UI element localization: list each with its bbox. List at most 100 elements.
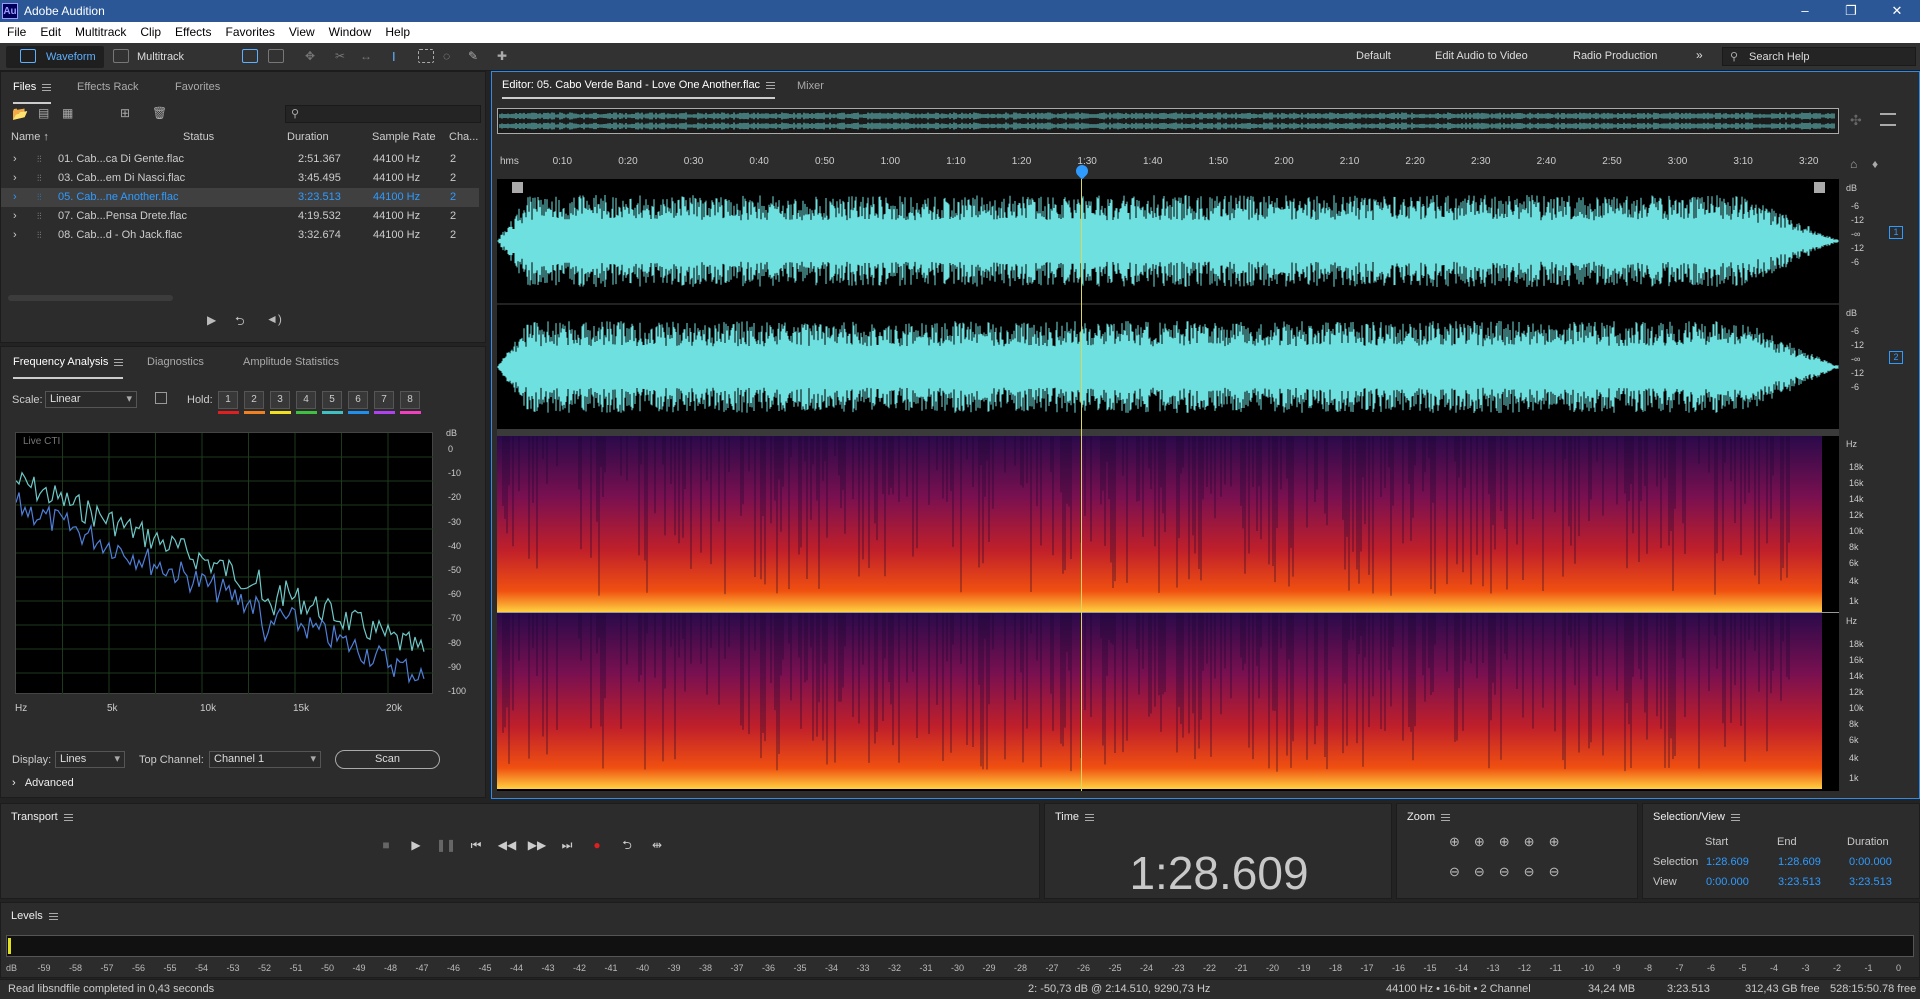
fade-in-handle-icon[interactable] — [512, 182, 523, 193]
files-scrollbar[interactable] — [8, 295, 173, 301]
spectral-frequency-display[interactable] — [497, 436, 1839, 791]
pause-icon[interactable]: ❚❚ — [436, 836, 456, 854]
hold-button-3[interactable]: 3 — [270, 391, 290, 409]
zoom-in-tools[interactable]: ⊕⊕⊕⊕⊕ — [1449, 834, 1573, 850]
zoom-out-tools[interactable]: ⊖⊖⊖⊖⊖ — [1449, 864, 1573, 880]
marker-icon[interactable]: ♦ — [1872, 157, 1878, 171]
import-file-icon[interactable]: ▤ — [38, 106, 49, 120]
menu-multitrack[interactable]: Multitrack — [68, 22, 133, 43]
tab-amplitude-statistics[interactable]: Amplitude Statistics — [243, 347, 339, 377]
hold-button-5[interactable]: 5 — [322, 391, 342, 409]
column-status[interactable]: Status — [183, 131, 214, 143]
selection-end[interactable]: 1:28.609 — [1778, 856, 1821, 868]
view-start[interactable]: 0:00.000 — [1706, 876, 1749, 888]
menu-file[interactable]: File — [0, 22, 33, 43]
file-row[interactable]: › ⫶⫶ 08. Cab...d - Oh Jack.flac 3:32.674 441… — [1, 226, 479, 245]
scale-select[interactable]: Linear — [45, 391, 137, 408]
file-row[interactable]: › ⫶⫶ 01. Cab...ca Di Gente.flac 2:51.367 441… — [1, 150, 479, 169]
column-channels[interactable]: Cha... — [449, 131, 478, 143]
loop-preview-icon[interactable]: ⮌ — [235, 312, 245, 333]
frequency-display-icon[interactable] — [268, 49, 284, 63]
selection-start[interactable]: 1:28.609 — [1706, 856, 1749, 868]
channel-badge[interactable]: 1 — [1889, 226, 1903, 239]
razor-tool-icon[interactable]: ✂ — [335, 49, 351, 63]
time-selection-tool-icon[interactable]: I — [392, 49, 408, 64]
waveform-display[interactable] — [497, 179, 1839, 429]
spot-healing-tool-icon[interactable]: ✚ — [497, 49, 513, 63]
top-channel-select[interactable]: Channel 1 — [209, 751, 321, 768]
spectral-display-icon[interactable] — [242, 49, 258, 63]
workspace-radio-production[interactable]: Radio Production — [1573, 50, 1657, 62]
file-row[interactable]: › ⫶⫶ 03. Cab...em Di Nasci.flac 3:45.495 441… — [1, 169, 479, 188]
tab-effects-rack[interactable]: Effects Rack — [77, 72, 139, 102]
scan-button[interactable]: Scan — [335, 750, 440, 769]
spectral-divider[interactable] — [497, 429, 1839, 436]
record-icon[interactable]: ● — [587, 836, 607, 854]
fast-forward-icon[interactable]: ▶▶ — [527, 836, 547, 854]
menu-view[interactable]: View — [282, 22, 322, 43]
file-row[interactable]: › ⫶⫶ 05. Cab...ne Another.flac 3:23.513 4410… — [1, 188, 479, 207]
menu-window[interactable]: Window — [322, 22, 379, 43]
loop-playback-icon[interactable]: ⮌ — [617, 836, 637, 854]
more-workspaces-icon[interactable]: » — [1696, 48, 1703, 62]
go-to-start-icon[interactable]: ⏮ — [466, 836, 486, 854]
close-button[interactable]: ✕ — [1874, 0, 1920, 22]
overview-bar[interactable] — [497, 108, 1839, 134]
go-to-end-icon[interactable]: ⏭ — [557, 836, 577, 854]
expand-icon[interactable]: › — [13, 188, 17, 207]
panel-menu-icon[interactable] — [1880, 113, 1896, 126]
delete-file-icon[interactable]: 🗑 — [152, 106, 167, 120]
play-preview-icon[interactable]: ▶ — [207, 313, 216, 327]
time-ruler[interactable]: hms 0:10 0:20 0:30 0:40 0:50 1:00 1:10 1:20 1:30 1… — [497, 150, 1839, 176]
workspace-edit-audio-to-video[interactable]: Edit Audio to Video — [1435, 50, 1528, 62]
overlay-icon[interactable] — [155, 392, 167, 404]
menu-edit[interactable]: Edit — [33, 22, 68, 43]
tab-frequency-analysis[interactable]: Frequency Analysis — [13, 347, 124, 379]
tab-files[interactable]: Files — [13, 72, 52, 104]
menu-clip[interactable]: Clip — [133, 22, 168, 43]
new-file-icon[interactable]: ▦ — [62, 106, 73, 120]
metronome-icon[interactable]: ⌂ — [1850, 157, 1857, 171]
tab-favorites[interactable]: Favorites — [175, 72, 220, 102]
file-row[interactable]: › ⫶⫶ 07. Cab...Pensa Drete.flac 4:19.532 441… — [1, 207, 479, 226]
play-icon[interactable]: ▶ — [406, 836, 426, 854]
lasso-tool-icon[interactable]: ◌ — [443, 49, 459, 63]
column-name[interactable]: Name ↑ — [11, 131, 49, 143]
search-help-input[interactable]: Search Help — [1749, 51, 1810, 63]
hold-button-6[interactable]: 6 — [348, 391, 368, 409]
insert-multitrack-icon[interactable]: ⊞ — [120, 106, 130, 120]
expand-icon[interactable]: › — [13, 150, 17, 169]
menu-favorites[interactable]: Favorites — [219, 22, 282, 43]
stop-icon[interactable]: ■ — [376, 836, 396, 854]
column-duration[interactable]: Duration — [287, 131, 329, 143]
open-file-icon[interactable]: 📂 — [12, 106, 28, 122]
search-help[interactable]: ⚲ Search Help — [1722, 47, 1916, 66]
hold-button-2[interactable]: 2 — [244, 391, 264, 409]
autoplay-icon[interactable]: ◄) — [266, 312, 282, 326]
expand-icon[interactable]: › — [13, 207, 17, 226]
advanced-toggle[interactable]: › Advanced — [12, 777, 74, 789]
rewind-icon[interactable]: ◀◀ — [497, 836, 517, 854]
display-select[interactable]: Lines — [55, 751, 125, 768]
zoom-navigator-icon[interactable]: ✣ — [1850, 112, 1862, 129]
view-end[interactable]: 3:23.513 — [1778, 876, 1821, 888]
channel-badge[interactable]: 2 — [1889, 351, 1903, 364]
maximize-button[interactable]: ❐ — [1828, 0, 1874, 22]
selection-duration[interactable]: 0:00.000 — [1849, 856, 1892, 868]
menu-effects[interactable]: Effects — [168, 22, 218, 43]
expand-icon[interactable]: › — [13, 169, 17, 188]
minimize-button[interactable]: – — [1782, 0, 1828, 22]
marquee-tool-icon[interactable] — [418, 49, 434, 63]
fade-out-handle-icon[interactable] — [1814, 182, 1825, 193]
tab-mixer[interactable]: Mixer — [797, 80, 824, 92]
frequency-graph[interactable]: Live CTI — [15, 432, 434, 695]
workspace-default[interactable]: Default — [1356, 50, 1391, 62]
multitrack-view-button[interactable]: Multitrack — [113, 46, 184, 68]
hold-button-8[interactable]: 8 — [400, 391, 420, 409]
column-sample-rate[interactable]: Sample Rate — [372, 131, 436, 143]
tab-editor[interactable]: Editor: 05. Cabo Verde Band - Love One A… — [502, 79, 776, 99]
waveform-view-button[interactable]: Waveform — [22, 46, 96, 68]
hold-button-4[interactable]: 4 — [296, 391, 316, 409]
files-search-input[interactable]: ⚲ — [285, 105, 481, 123]
time-display[interactable]: 1:28.609 — [1045, 846, 1393, 900]
